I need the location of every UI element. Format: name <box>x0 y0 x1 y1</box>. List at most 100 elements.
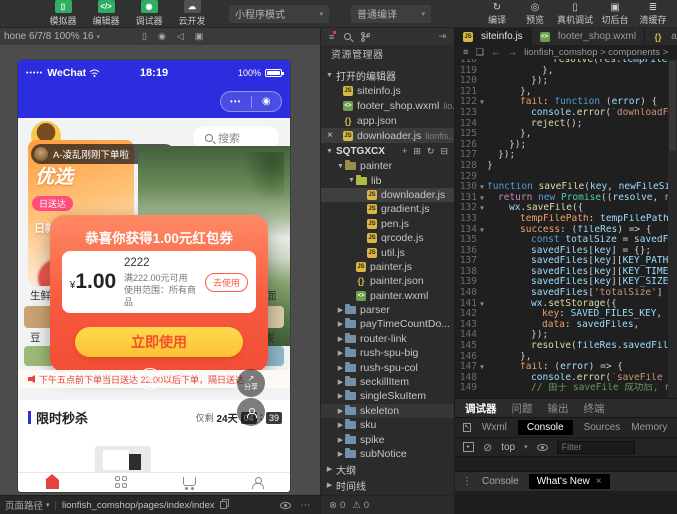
tree-folder-subNotice[interactable]: ▶subNotice <box>321 447 454 461</box>
bookmark-icon[interactable]: ❏ <box>476 47 485 58</box>
mode-dropdown[interactable]: 小程序模式 ▾ <box>229 5 329 23</box>
sound-icon[interactable]: ◁ <box>177 31 184 42</box>
seckill-product-image[interactable] <box>95 446 151 474</box>
console-filter-input[interactable]: Filter <box>557 441 635 454</box>
fold-icon[interactable]: ▼ <box>477 362 487 373</box>
drawer-tab-What's New[interactable]: What's New× <box>529 474 610 489</box>
fold-icon[interactable]: ▼ <box>477 225 487 236</box>
multi-window-icon[interactable]: ▣ <box>195 31 204 42</box>
drawer-tab-Console[interactable]: Console <box>482 476 519 487</box>
close-minimize-button[interactable]: ◉ <box>252 96 282 107</box>
code-editor[interactable]: 118resolve(res.tempFilePath);119},120});… <box>455 59 677 398</box>
device-selector[interactable]: hone 6/7/8 100% 16 <box>4 31 94 42</box>
toolbar-button-模拟器[interactable]: ▯模拟器 <box>46 0 80 27</box>
open-editor-item[interactable]: <>footer_shop.wxmllio... <box>321 98 454 113</box>
home-tab-icon[interactable] <box>46 480 59 489</box>
clear-console-icon[interactable]: ⊘ <box>483 441 492 454</box>
editor-tab-footer_shop.wxml[interactable]: <>footer_shop.wxml <box>532 28 645 45</box>
project-header[interactable]: ▼ SQTGXCX +⊞↻⊟ <box>321 143 454 159</box>
open-editor-item[interactable]: {}app.json <box>321 113 454 128</box>
tree-file-painter.js[interactable]: JSpainter.js <box>321 260 454 274</box>
problems-footer[interactable]: ⊗ 0 ⚠ 0 <box>321 495 454 514</box>
fold-icon[interactable]: ▼ <box>477 203 487 214</box>
tree-file-util.js[interactable]: JSutil.js <box>321 245 454 259</box>
editor-tab-ap[interactable]: {}ap <box>645 28 677 45</box>
cart-tab-icon[interactable] <box>183 477 196 486</box>
use-now-button[interactable]: 立即使用 <box>75 327 243 357</box>
toolbar-button-云开发[interactable]: ☁云开发 <box>175 0 209 27</box>
profile-float-button[interactable] <box>237 398 265 426</box>
tree-folder-sku[interactable]: ▶sku <box>321 418 454 432</box>
profile-tab-icon[interactable] <box>252 477 262 488</box>
devtools-tab-Sources[interactable]: Sources <box>584 422 621 433</box>
toolbar-button-清缓存[interactable]: ≣清缓存 <box>637 2 669 26</box>
category-label[interactable]: 豆 <box>30 330 41 345</box>
context-dropdown[interactable]: top <box>501 442 515 453</box>
open-editor-item[interactable]: JSsiteinfo.js <box>321 83 454 98</box>
tree-folder-rush-spu-big[interactable]: ▶rush-spu-big <box>321 346 454 360</box>
toolbar-button-编辑器[interactable]: </>编辑器 <box>89 0 123 27</box>
copy-icon[interactable] <box>220 501 227 509</box>
dock-panel-icon[interactable]: ⇥ <box>438 31 446 42</box>
record-icon[interactable]: ◉ <box>158 31 166 42</box>
new-file-icon[interactable]: + <box>402 146 407 157</box>
tree-file-painter.wxml[interactable]: <>painter.wxml <box>321 289 454 303</box>
category-label[interactable]: 生鲜 <box>30 288 51 303</box>
back-icon[interactable]: ← <box>491 47 501 58</box>
open-editors-header[interactable]: ▼ 打开的编辑器 <box>321 67 454 83</box>
tree-folder-rush-spu-col[interactable]: ▶rush-spu-col <box>321 360 454 374</box>
toolbar-button-编译[interactable]: ↻编译 <box>481 2 513 26</box>
eye-icon[interactable] <box>537 444 548 451</box>
editor-tab-siteinfo.js[interactable]: JSsiteinfo.js <box>455 28 532 45</box>
tree-folder-singleSkuItem[interactable]: ▶singleSkuItem <box>321 389 454 403</box>
path-label[interactable]: 页面路径 <box>5 498 43 512</box>
toolbar-button-预览[interactable]: ◎预览 <box>519 2 551 26</box>
debugger-tab-输出[interactable]: 输出 <box>548 401 569 416</box>
close-icon[interactable]: × <box>327 130 333 141</box>
fold-icon[interactable]: ▼ <box>477 193 487 204</box>
console-play-icon[interactable]: ▸ <box>463 442 474 452</box>
inspect-element-icon[interactable]: ↖ <box>463 423 471 432</box>
tree-folder-spike[interactable]: ▶spike <box>321 432 454 446</box>
fold-icon[interactable]: ▼ <box>477 97 487 108</box>
list-icon[interactable]: ≡ <box>329 32 334 42</box>
more-icon[interactable]: ⋯ <box>301 500 311 511</box>
toolbar-button-调试器[interactable]: ◉调试器 <box>132 0 166 27</box>
tree-file-gradient.js[interactable]: JSgradient.js <box>321 202 454 216</box>
tree-file-painter.json[interactable]: {}painter.json <box>321 274 454 288</box>
open-editor-item[interactable]: ×JSdownloader.jslionfis... <box>321 128 454 143</box>
toolbar-button-真机调试[interactable]: ▯真机调试 <box>557 2 593 26</box>
debugger-tab-调试器[interactable]: 调试器 <box>465 401 497 416</box>
tree-file-pen.js[interactable]: JSpen.js <box>321 217 454 231</box>
tree-folder-seckillItem[interactable]: ▶seckillItem <box>321 375 454 389</box>
category-tab-icon[interactable] <box>115 476 128 489</box>
refresh-icon[interactable]: ↻ <box>427 146 435 157</box>
git-branch-icon[interactable] <box>361 32 370 42</box>
tree-file-downloader.js[interactable]: JSdownloader.js <box>321 188 454 202</box>
phone-mode-icon[interactable]: ▯ <box>142 31 147 42</box>
devtools-tab-Wxml[interactable]: Wxml <box>482 422 507 433</box>
share-button[interactable]: ↗ 分享 <box>237 369 265 397</box>
breadcrumb[interactable]: lionfish_comshop > components > <box>524 47 668 58</box>
editor-scrollbar[interactable] <box>668 59 677 398</box>
forward-icon[interactable]: → <box>508 47 518 58</box>
debugger-tab-终端[interactable]: 终端 <box>584 401 605 416</box>
tree-file-qrcode.js[interactable]: JSqrcode.js <box>321 231 454 245</box>
tree-folder-payTimeCountDo...[interactable]: ▶payTimeCountDo... <box>321 317 454 331</box>
go-use-button[interactable]: 去使用 <box>205 273 248 292</box>
fold-icon[interactable]: ▼ <box>477 182 487 193</box>
new-folder-icon[interactable]: ⊞ <box>413 146 421 157</box>
fold-icon[interactable]: ▼ <box>477 299 487 310</box>
tree-folder-painter[interactable]: ▼painter <box>321 159 454 173</box>
devtools-tab-Console[interactable]: Console <box>518 420 573 435</box>
close-icon[interactable]: × <box>596 476 602 487</box>
kebab-menu-icon[interactable]: ⋮ <box>462 476 472 487</box>
section-大纲[interactable]: ▶大纲 <box>321 461 454 477</box>
toolbar-button-切后台[interactable]: ▣切后台 <box>599 2 631 26</box>
more-menu-button[interactable]: ••• <box>221 97 251 106</box>
collapse-all-icon[interactable]: ⊟ <box>440 146 448 157</box>
debugger-tab-问题[interactable]: 问题 <box>512 401 533 416</box>
devtools-tab-Memory[interactable]: Memory <box>631 422 667 433</box>
eye-icon[interactable] <box>280 502 291 509</box>
modal-close-icon[interactable]: ✕ <box>139 368 161 390</box>
